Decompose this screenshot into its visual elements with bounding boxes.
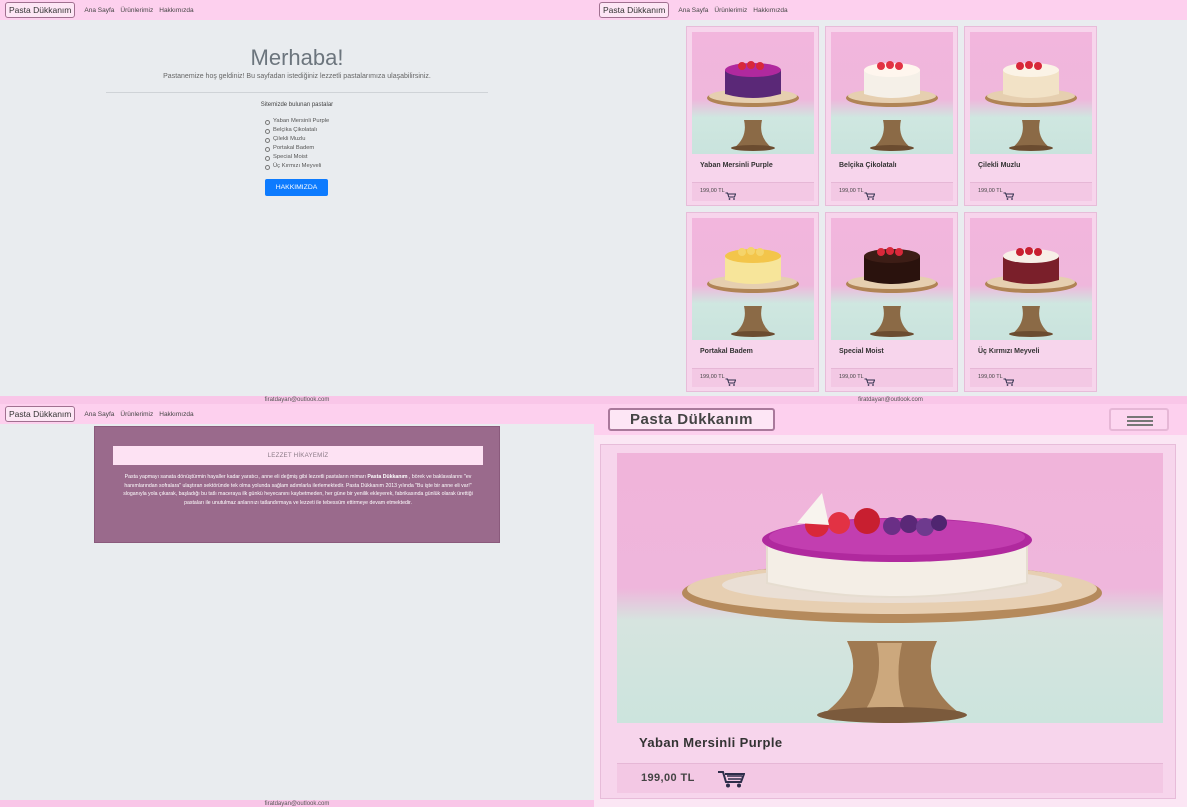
product-price: 199,00 TL	[978, 188, 1003, 194]
product-image	[831, 32, 953, 154]
nav-link-products[interactable]: Ürünlerimiz	[120, 411, 153, 418]
product-price: 199,00 TL	[700, 188, 725, 194]
list-item: Yaban Mersinli Purple	[265, 117, 329, 126]
product-card[interactable]: Yaban Mersinli Purple 199,00 TL	[600, 444, 1176, 799]
cart-icon[interactable]	[1003, 373, 1015, 391]
product-image	[617, 453, 1163, 723]
product-card[interactable]: Special Moist 199,00 TL	[825, 212, 958, 392]
footer: firatdayan@outlook.com	[594, 396, 1187, 404]
list-item: Portakal Badem	[265, 144, 329, 153]
nav-link-products[interactable]: Ürünlerimiz	[120, 7, 153, 14]
navbar-brand[interactable]: Pasta Dükkanım	[599, 2, 670, 18]
story-text-part: Pasta yapmayı sanata dönüştürmin hayalle…	[124, 474, 368, 480]
story-text: Pasta yapmayı sanata dönüştürmin hayalle…	[119, 473, 477, 507]
navbar-brand[interactable]: Pasta Dükkanım	[5, 2, 76, 18]
nav-link-about[interactable]: Hakkımızda	[159, 411, 193, 418]
navbar: Pasta Dükkanım Ana Sayfa Ürünlerimiz Hak…	[594, 0, 1187, 20]
product-card[interactable]: Portakal Badem 199,00 TL	[686, 212, 819, 392]
product-card[interactable]: Belçika Çikolatalı 199,00 TL	[825, 26, 958, 206]
cart-icon[interactable]	[725, 373, 737, 391]
cart-icon[interactable]	[717, 770, 746, 793]
list-item: Üç Kırmızı Meyveli	[265, 162, 329, 171]
list-item: Belçika Çikolatalı	[265, 126, 329, 135]
list-item: Special Moist	[265, 153, 329, 162]
product-footer: 199,00 TL	[970, 182, 1092, 201]
nav-link-products[interactable]: Ürünlerimiz	[714, 7, 747, 14]
product-card[interactable]: Çilekli Muzlu 199,00 TL	[964, 26, 1097, 206]
cart-icon[interactable]	[725, 187, 737, 205]
product-image	[692, 32, 814, 154]
product-card[interactable]: Yaban Mersinli Purple 199,00 TL	[686, 26, 819, 206]
cart-icon[interactable]	[864, 373, 876, 391]
nav-link-about[interactable]: Hakkımızda	[753, 7, 787, 14]
page-title: Merhaba!	[250, 45, 344, 70]
nav-link-about[interactable]: Hakkımızda	[159, 7, 193, 14]
footer: firatdayan@outlook.com	[0, 800, 594, 807]
product-price: 199,00 TL	[978, 374, 1003, 380]
story-brand-name: Pasta Dükkanım	[367, 474, 408, 480]
navbar: Pasta Dükkanım Ana Sayfa Ürünlerimiz Hak…	[0, 0, 594, 20]
hamburger-menu-icon[interactable]	[1109, 408, 1169, 431]
cake-list-title: Sitemizde bulunan pastalar	[260, 102, 334, 108]
product-price: 199,00 TL	[839, 188, 864, 194]
navbar-brand[interactable]: Pasta Dükkanım	[5, 406, 76, 422]
home-screen: Pasta Dükkanım Ana Sayfa Ürünlerimiz Hak…	[0, 0, 594, 404]
nav-link-home[interactable]: Ana Sayfa	[678, 7, 708, 14]
product-footer: 199,00 TL	[692, 182, 814, 201]
product-name: Çilekli Muzlu	[978, 162, 1021, 169]
product-name: Portakal Badem	[700, 348, 753, 355]
divider	[106, 92, 488, 93]
product-name: Yaban Mersinli Purple	[639, 735, 783, 750]
product-price: 199,00 TL	[839, 374, 864, 380]
cart-icon[interactable]	[1003, 187, 1015, 205]
product-name: Üç Kırmızı Meyveli	[978, 348, 1040, 355]
story-heading: LEZZET HİKAYEMİZ	[113, 446, 483, 465]
product-name: Special Moist	[839, 348, 884, 355]
product-detail-screen: Pasta Dükkanım Yaban Mersinli Purple 199…	[594, 404, 1187, 807]
about-button[interactable]: HAKKIMIZDA	[265, 179, 328, 196]
story-panel: LEZZET HİKAYEMİZ Pasta yapmayı sanata dö…	[94, 426, 500, 543]
cake-list: Yaban Mersinli Purple Belçika Çikolatalı…	[265, 117, 329, 171]
nav-link-home[interactable]: Ana Sayfa	[84, 7, 114, 14]
product-image	[831, 218, 953, 340]
product-image	[970, 218, 1092, 340]
product-price: 199,00 TL	[700, 374, 725, 380]
product-footer: 199,00 TL	[617, 763, 1163, 793]
product-footer: 199,00 TL	[970, 368, 1092, 387]
product-footer: 199,00 TL	[692, 368, 814, 387]
product-name: Belçika Çikolatalı	[839, 162, 897, 169]
page-lead: Pastanemize hoş geldiniz! Bu sayfadan is…	[163, 73, 431, 80]
products-screen: Pasta Dükkanım Ana Sayfa Ürünlerimiz Hak…	[594, 0, 1187, 404]
footer: firatdayan@outlook.com	[0, 396, 594, 404]
product-footer: 199,00 TL	[831, 182, 953, 201]
product-card[interactable]: Üç Kırmızı Meyveli 199,00 TL	[964, 212, 1097, 392]
product-image	[692, 218, 814, 340]
product-price: 199,00 TL	[641, 772, 695, 784]
navbar: Pasta Dükkanım	[594, 404, 1187, 435]
product-footer: 199,00 TL	[831, 368, 953, 387]
navbar: Pasta Dükkanım Ana Sayfa Ürünlerimiz Hak…	[0, 404, 594, 424]
list-item: Çilekli Muzlu	[265, 135, 329, 144]
product-image	[970, 32, 1092, 154]
cart-icon[interactable]	[864, 187, 876, 205]
nav-link-home[interactable]: Ana Sayfa	[84, 411, 114, 418]
navbar-brand[interactable]: Pasta Dükkanım	[608, 408, 775, 431]
about-screen: Pasta Dükkanım Ana Sayfa Ürünlerimiz Hak…	[0, 404, 594, 807]
product-name: Yaban Mersinli Purple	[700, 162, 773, 169]
